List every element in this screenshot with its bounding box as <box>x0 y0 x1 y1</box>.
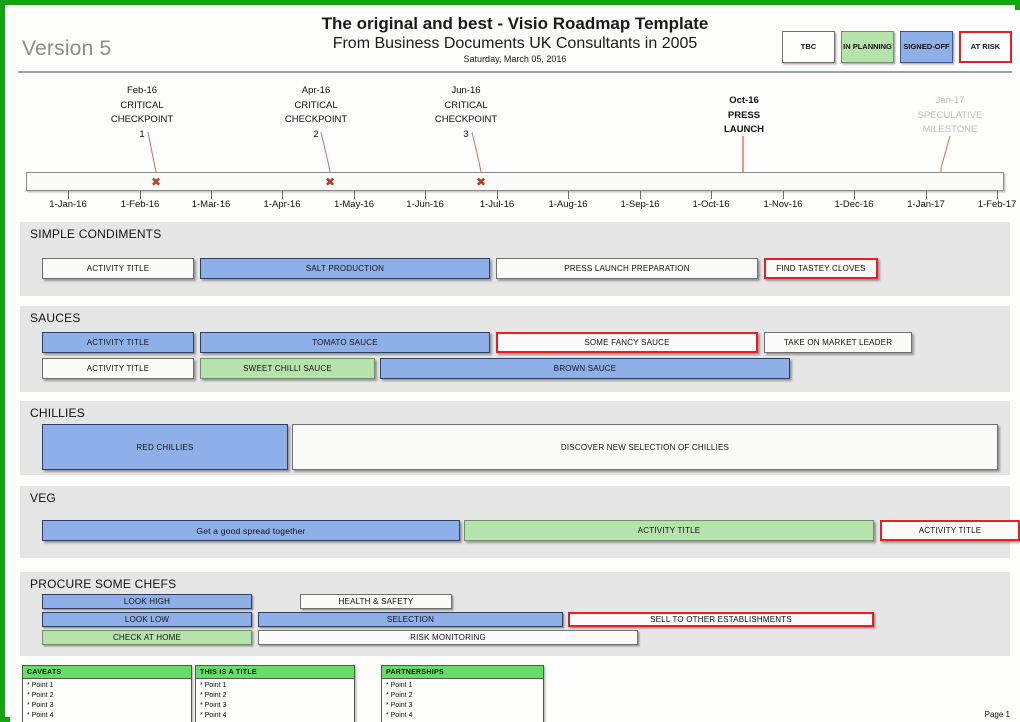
tick-label-4: 1-May-16 <box>333 199 375 210</box>
milestone-marker-x-3[interactable]: ✖ <box>476 176 486 188</box>
activity-bar[interactable]: HEALTH & SAFETY <box>300 594 452 609</box>
activity-bar[interactable]: RISK MONITORING <box>258 630 638 645</box>
swimlane-procure-some-chefs: PROCURE SOME CHEFS LOOK HIGH HEALTH & SA… <box>20 572 1010 656</box>
legend-item-signed-off[interactable]: SIGNED-OFF <box>900 31 953 63</box>
tick-label-0: 1-Jan-16 <box>49 199 87 210</box>
activity-bar[interactable]: BROWN SAUCE <box>380 358 790 379</box>
tick-label-5: 1-Jun-16 <box>406 199 444 210</box>
note-box-this-is-a-title[interactable]: THIS IS A TITLE * Point 1 * Point 2 * Po… <box>195 665 355 722</box>
note-box-caveats[interactable]: CAVEATS * Point 1 * Point 2 * Point 3 * … <box>22 665 192 722</box>
note-point: * Point 1 <box>386 682 413 689</box>
note-body: * Point 1 * Point 2 * Point 3 * Point 4 <box>382 679 543 721</box>
legend: TBC IN PLANNING SIGNED-OFF AT RISK <box>782 31 1012 63</box>
swimlane-title-simple-condiments: SIMPLE CONDIMENTS <box>30 227 162 241</box>
roadmap-canvas: Version 5 The original and best - Visio … <box>10 10 1020 722</box>
activity-bar[interactable]: LOOK HIGH <box>42 594 252 609</box>
tick-label-8: 1-Sep-16 <box>620 199 660 210</box>
swimlane-title-procure-some-chefs: PROCURE SOME CHEFS <box>30 577 177 591</box>
tick-label-13: 1-Feb-17 <box>977 199 1017 210</box>
swimlane-simple-condiments: SIMPLE CONDIMENTS ACTIVITY TITLE SALT PR… <box>20 222 1010 296</box>
swimlane-chillies: CHILLIES RED CHILLIES DISCOVER NEW SELEC… <box>20 401 1010 475</box>
tick-label-12: 1-Jan-17 <box>907 199 945 210</box>
milestone-marker-x-1[interactable]: ✖ <box>151 176 161 188</box>
tick-label-10: 1-Nov-16 <box>763 199 803 210</box>
tick-label-6: 1-Jul-16 <box>479 199 515 210</box>
activity-bar[interactable]: ACTIVITY TITLE <box>42 332 194 353</box>
swimlane-title-chillies: CHILLIES <box>30 406 85 420</box>
tick-label-7: 1-Aug-16 <box>548 199 588 210</box>
tick-label-11: 1-Dec-16 <box>834 199 874 210</box>
activity-bar[interactable]: ACTIVITY TITLE <box>880 520 1020 541</box>
tick-label-3: 1-Apr-16 <box>263 199 301 210</box>
note-point: * Point 1 <box>27 682 54 689</box>
swimlane-veg: VEG Get a good spread together ACTIVITY … <box>20 486 1020 558</box>
note-title: CAVEATS <box>23 666 191 679</box>
timeline-tick-row: 1-Jan-16 1-Feb-16 1-Mar-16 1-Apr-16 1-Ma… <box>10 191 1020 221</box>
activity-bar[interactable]: Get a good spread together <box>42 520 460 541</box>
note-body: * Point 1 * Point 2 * Point 3 * Point 4 <box>196 679 354 721</box>
note-point: * Point 3 <box>200 701 227 709</box>
tick-label-1: 1-Feb-16 <box>120 199 160 210</box>
note-box-partnerships[interactable]: PARTNERSHIPS * Point 1 * Point 2 * Point… <box>381 665 544 722</box>
swimlane-title-veg: VEG <box>30 491 56 505</box>
tick-label-9: 1-Oct-16 <box>692 199 730 210</box>
note-point: * Point 4 <box>386 711 413 719</box>
note-body: * Point 1 * Point 2 * Point 3 * Point 4 <box>23 679 191 721</box>
activity-bar[interactable]: SALT PRODUCTION <box>200 258 490 279</box>
activity-bar[interactable]: FIND TASTEY CLOVES <box>764 258 878 279</box>
activity-bar[interactable]: SOME FANCY SAUCE <box>496 332 758 353</box>
activity-bar[interactable]: RED CHILLIES <box>42 424 288 470</box>
activity-bar[interactable]: LOOK LOW <box>42 612 252 627</box>
activity-bar[interactable]: CHECK AT HOME <box>42 630 252 645</box>
activity-bar[interactable]: TAKE ON MARKET LEADER <box>764 332 912 353</box>
note-point: * Point 3 <box>386 701 413 709</box>
note-point: * Point 2 <box>200 691 227 699</box>
note-point: * Point 1 <box>200 682 227 689</box>
milestone-marker-x-2[interactable]: ✖ <box>325 176 335 188</box>
legend-item-at-risk[interactable]: AT RISK <box>959 31 1012 63</box>
note-point: * Point 2 <box>386 691 413 699</box>
swimlane-sauces: SAUCES ACTIVITY TITLE TOMATO SAUCE SOME … <box>20 306 1010 392</box>
activity-bar[interactable]: DISCOVER NEW SELECTION OF CHILLIES <box>292 424 998 470</box>
roadmap-page: Version 5 The original and best - Visio … <box>0 0 1020 722</box>
tick-label-2: 1-Mar-16 <box>191 199 231 210</box>
page-number: Page 1 <box>984 710 1010 719</box>
note-point: * Point 3 <box>27 701 54 709</box>
legend-item-tbc[interactable]: TBC <box>782 31 835 63</box>
activity-bar[interactable]: ACTIVITY TITLE <box>42 358 194 379</box>
note-title: THIS IS A TITLE <box>196 666 354 679</box>
legend-item-in-planning[interactable]: IN PLANNING <box>841 31 894 63</box>
activity-bar[interactable]: SELL TO OTHER ESTABLISHMENTS <box>568 612 874 627</box>
activity-bar[interactable]: PRESS LAUNCH PREPARATION <box>496 258 758 279</box>
timeline: Feb-16 CRITICAL CHECKPOINT 1 Apr-16 CRIT… <box>10 74 1020 222</box>
activity-bar[interactable]: TOMATO SAUCE <box>200 332 490 353</box>
note-title: PARTNERSHIPS <box>382 666 543 679</box>
note-point: * Point 4 <box>200 711 227 719</box>
timeline-axis-bar[interactable] <box>26 172 1004 191</box>
activity-bar[interactable]: SELECTION <box>258 612 563 627</box>
activity-bar[interactable]: ACTIVITY TITLE <box>464 520 874 541</box>
activity-bar[interactable]: SWEET CHILLI SAUCE <box>200 358 375 379</box>
activity-bar[interactable]: ACTIVITY TITLE <box>42 258 194 279</box>
swimlane-title-sauces: SAUCES <box>30 311 81 325</box>
note-point: * Point 4 <box>27 711 54 719</box>
header-divider <box>18 71 1012 73</box>
note-point: * Point 2 <box>27 691 54 699</box>
